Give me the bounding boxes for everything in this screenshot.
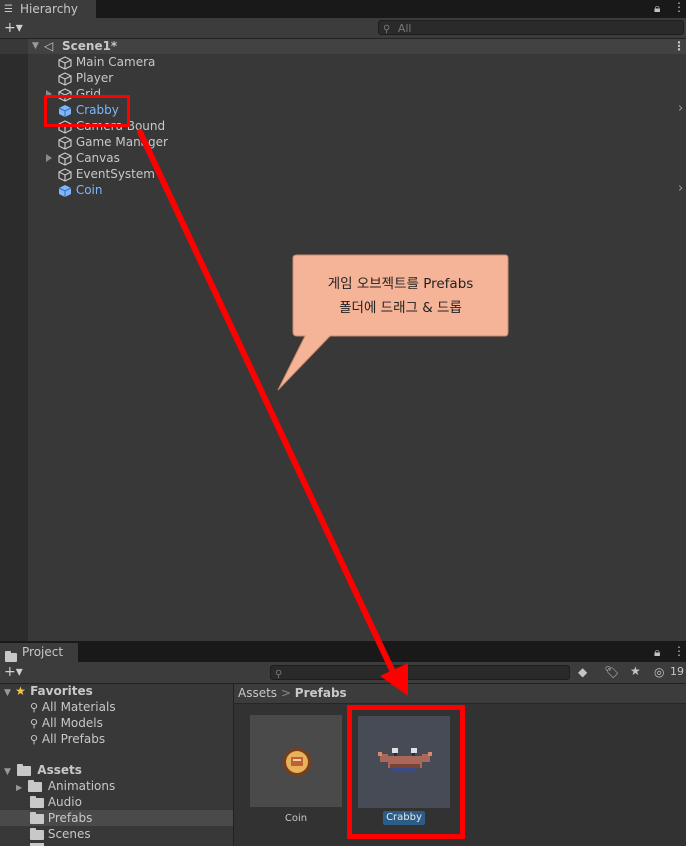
annotation-overlay xyxy=(137,129,509,696)
callout-line-1: 게임 오브젝트를 Prefabs xyxy=(327,276,474,292)
callout-line-2: 폴더에 드래그 & 드롭 xyxy=(339,300,462,316)
drag-arrow-line xyxy=(137,129,396,675)
callout-text: 게임 오브젝트를 Prefabs 폴더에 드래그 & 드롭 xyxy=(293,272,508,320)
